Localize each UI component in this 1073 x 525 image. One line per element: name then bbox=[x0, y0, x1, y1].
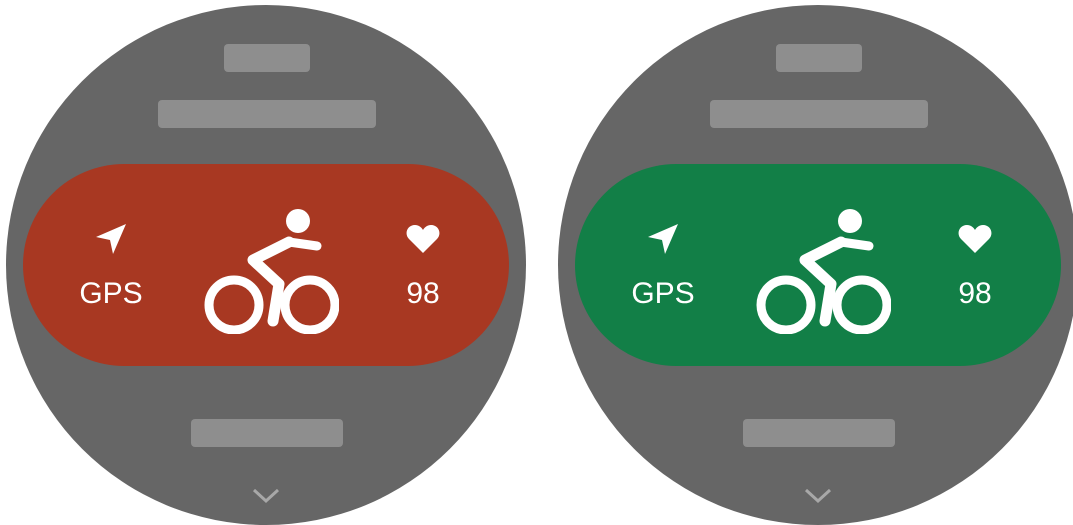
placeholder-title bbox=[224, 44, 310, 72]
watch-screen-red: GPS 98 bbox=[6, 5, 526, 525]
workout-chip[interactable]: GPS 98 bbox=[575, 164, 1061, 366]
heart-rate-value: 98 bbox=[406, 277, 440, 310]
heart-icon bbox=[958, 225, 992, 253]
heart-icon bbox=[406, 225, 440, 253]
placeholder-title bbox=[776, 44, 862, 72]
chevron-down-icon[interactable] bbox=[250, 487, 282, 505]
workout-chip[interactable]: GPS 98 bbox=[23, 164, 509, 366]
placeholder-footer bbox=[743, 419, 895, 447]
placeholder-subtitle bbox=[710, 100, 928, 128]
cycling-icon bbox=[756, 209, 891, 334]
watch-screen-green: GPS 98 bbox=[558, 5, 1073, 525]
navigation-arrow-icon bbox=[96, 224, 126, 254]
gps-label: GPS bbox=[631, 277, 695, 310]
chevron-down-icon[interactable] bbox=[802, 487, 834, 505]
navigation-arrow-icon bbox=[648, 224, 678, 254]
placeholder-footer bbox=[191, 419, 343, 447]
gps-label: GPS bbox=[79, 277, 143, 310]
cycling-icon bbox=[204, 209, 339, 334]
placeholder-subtitle bbox=[158, 100, 376, 128]
heart-rate-value: 98 bbox=[958, 277, 992, 310]
